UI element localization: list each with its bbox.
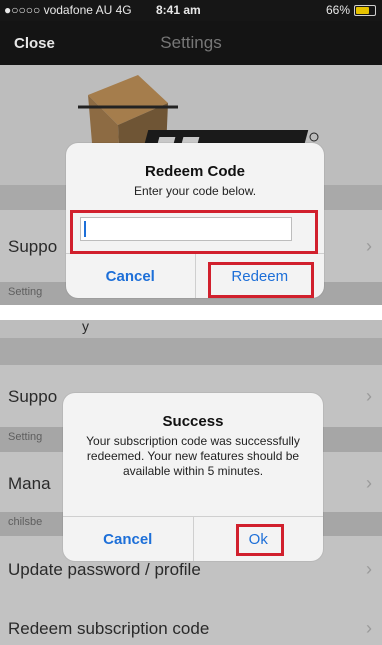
clock: 8:41 am	[156, 3, 201, 17]
dialog-title: Redeem Code	[144, 163, 246, 180]
settings-row-redeem[interactable]: Redeem subscription code ›	[0, 591, 382, 645]
row-label: Redeem subscription code	[8, 619, 210, 638]
cancel-button[interactable]: Cancel	[66, 254, 195, 298]
dialog-title: Success	[162, 413, 224, 430]
carrier-label: ●○○○○ vodafone AU 4G	[4, 3, 132, 17]
highlight-input	[70, 210, 318, 254]
logo-banner-fragment: y	[0, 320, 382, 338]
screenshot-success: y Suppo › Setting Mana › chilsbe Update …	[0, 320, 382, 645]
row-label: Suppo	[8, 387, 58, 406]
page-title: Settings	[160, 33, 222, 52]
footer-label: chilsbe	[8, 516, 43, 528]
battery-indicator: 66%	[326, 3, 376, 17]
highlight-redeem	[208, 262, 314, 298]
status-bar: ●○○○○ vodafone AU 4G 8:41 am 66%	[0, 0, 382, 21]
row-label: Mana	[8, 474, 51, 493]
chevron-right-icon: ›	[366, 236, 372, 256]
navigation-bar: Close Settings	[0, 21, 382, 65]
logo-fragment: y	[82, 320, 89, 334]
battery-percent: 66%	[325, 3, 350, 17]
chevron-right-icon: ›	[366, 618, 372, 638]
section-spacer	[0, 338, 382, 365]
row-label: Update password / profile	[8, 560, 201, 579]
footer-label: Setting	[8, 431, 43, 443]
chevron-right-icon: ›	[366, 473, 372, 493]
chevron-right-icon: ›	[366, 386, 372, 406]
highlight-ok	[236, 524, 284, 556]
row-label: Suppo	[8, 237, 58, 256]
cancel-button[interactable]: Cancel	[63, 517, 193, 561]
footer-label: Setting	[8, 286, 43, 298]
dialog-buttons: Cancel Ok	[63, 516, 323, 561]
chevron-right-icon: ›	[366, 559, 372, 579]
battery-icon	[354, 4, 376, 16]
dialog-message: Enter your code below.	[133, 184, 257, 198]
screenshot-redeem-code: ●○○○○ vodafone AU 4G 8:41 am 66% Close S…	[0, 0, 382, 305]
dialog-message: Your subscription code was successfully …	[86, 434, 300, 478]
success-dialog: Success Your subscription code was succe…	[63, 393, 323, 561]
